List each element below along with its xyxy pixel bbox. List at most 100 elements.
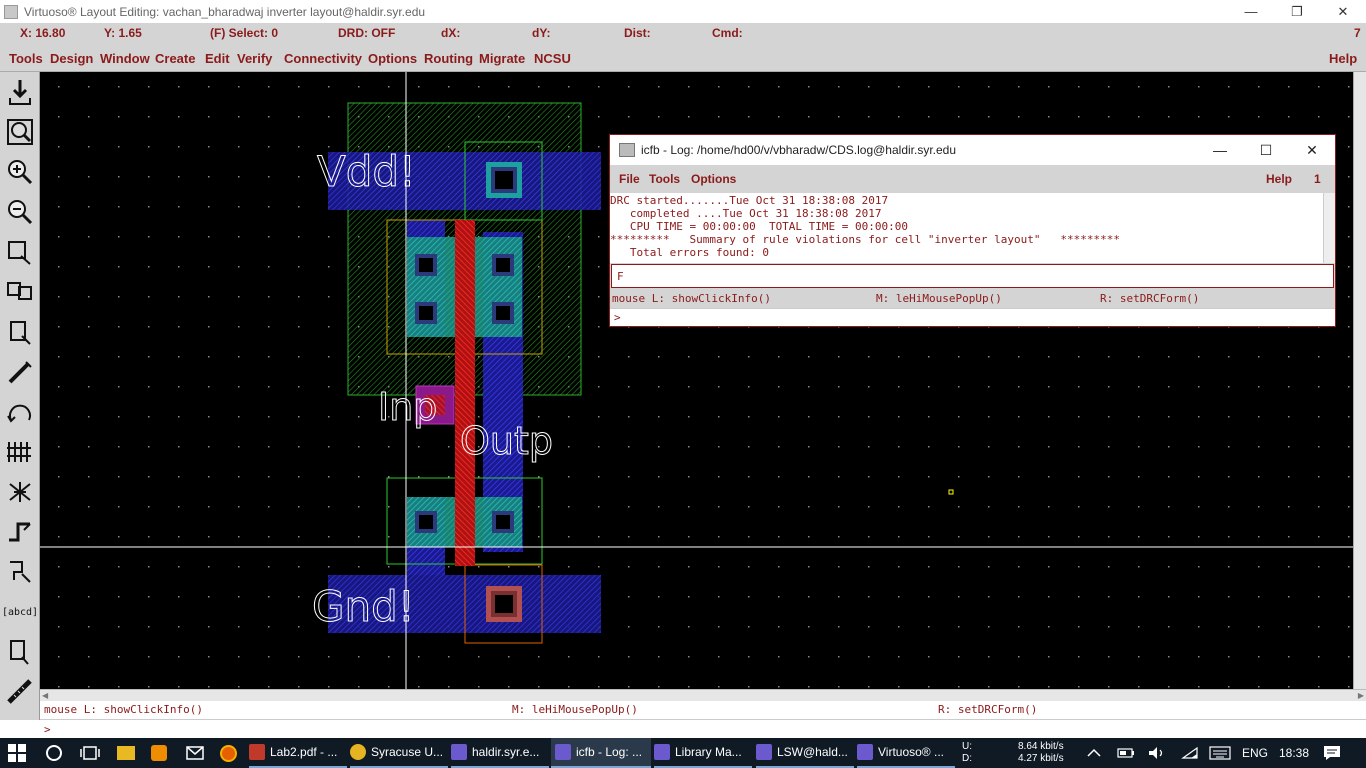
menu-routing[interactable]: Routing (424, 51, 473, 66)
delete-icon[interactable] (4, 355, 36, 389)
log-maximize-button[interactable]: ☐ (1243, 135, 1289, 165)
instance-icon[interactable] (4, 475, 36, 509)
label-vdd[interactable]: Vdd! (317, 147, 417, 197)
log-menu-file[interactable]: File (619, 172, 640, 186)
keyboard-icon[interactable] (1209, 738, 1231, 768)
vertical-scrollbar[interactable] (1353, 72, 1366, 689)
taskbar-item-virtuoso[interactable]: Virtuoso® ... (857, 738, 955, 768)
rectangle-icon[interactable] (4, 635, 36, 669)
net-meter-labels: U: D: (962, 741, 972, 764)
window-number: 7 (1354, 26, 1361, 40)
xwin-icon (654, 744, 670, 760)
action-center-button[interactable] (1323, 738, 1341, 768)
path-icon[interactable] (4, 515, 36, 549)
log-line: DRC started.......Tue Oct 31 18:38:08 20… (610, 194, 889, 207)
menu-migrate[interactable]: Migrate (479, 51, 525, 66)
chrome-icon (350, 744, 366, 760)
zoom-in-icon[interactable] (4, 155, 36, 189)
xwin-icon (857, 744, 873, 760)
poly-gate-pmos-core[interactable] (455, 237, 475, 337)
log-window: icfb - Log: /home/hd00/v/vbharadw/CDS.lo… (609, 134, 1336, 327)
save-icon[interactable] (4, 75, 36, 109)
minimize-button[interactable]: — (1228, 0, 1274, 23)
zoom-out-icon[interactable] (4, 195, 36, 229)
log-menu-options[interactable]: Options (691, 172, 736, 186)
log-output: DRC started.......Tue Oct 31 18:38:08 20… (610, 193, 1323, 263)
scroll-right-icon[interactable]: ▶ (1358, 691, 1364, 700)
firefox-icon (220, 744, 237, 762)
log-mouse-left: mouse L: showClickInfo() (612, 292, 771, 305)
label-icon[interactable]: [abcd] (2, 595, 38, 629)
menu-ncsu[interactable]: NCSU (534, 51, 571, 66)
language-indicator[interactable]: ENG (1242, 738, 1268, 768)
net-down: 4.27 kbit/s (1018, 753, 1064, 764)
taskbar-item-library-manager[interactable]: Library Ma... (654, 738, 752, 768)
log-window-number: 1 (1314, 172, 1321, 186)
taskbar-item-lab2[interactable]: Lab2.pdf - ... (249, 738, 347, 768)
clock[interactable]: 18:38 (1279, 738, 1309, 768)
label-inp[interactable]: Inp (378, 385, 438, 430)
log-scrollbar[interactable] (1323, 193, 1335, 263)
media-player-button[interactable] (151, 738, 171, 768)
menu-design[interactable]: Design (50, 51, 93, 66)
label-outp[interactable]: Outp (460, 419, 554, 464)
xwin-icon (555, 744, 571, 760)
log-line: ********* Summary of rule violations for… (610, 233, 1120, 246)
taskbar-item-haldir[interactable]: haldir.syr.e... (451, 738, 549, 768)
coordinate-bar: X: 16.80 Y: 1.65 (F) Select: 0 DRD: OFF … (0, 23, 1366, 45)
task-view-button[interactable] (80, 738, 100, 768)
start-button[interactable] (8, 738, 30, 768)
firefox-button[interactable] (220, 738, 240, 768)
menu-options[interactable]: Options (368, 51, 417, 66)
scroll-left-icon[interactable]: ◀ (42, 691, 48, 700)
log-input-field[interactable]: F (611, 264, 1334, 288)
app-icon (4, 4, 18, 19)
poly-gate-nmos-core[interactable] (455, 497, 475, 547)
taskbar: Lab2.pdf - ... Syracuse U... haldir.syr.… (0, 738, 1366, 768)
menu-create[interactable]: Create (155, 51, 195, 66)
cortana-icon (46, 745, 62, 761)
close-button[interactable]: ✕ (1320, 0, 1366, 23)
select-count: (F) Select: 0 (210, 26, 279, 40)
y-readout: Y: 1.65 (104, 26, 142, 40)
title-bar: Virtuoso® Layout Editing: vachan_bharadw… (0, 0, 1366, 23)
battery-icon[interactable] (1117, 738, 1135, 768)
copy-icon[interactable] (4, 275, 36, 309)
menu-connectivity[interactable]: Connectivity (284, 51, 362, 66)
menu-tools[interactable]: Tools (9, 51, 43, 66)
search-button[interactable] (45, 738, 65, 768)
fit-view-icon[interactable] (4, 115, 36, 149)
notification-icon (1324, 746, 1340, 760)
log-line: CPU TIME = 00:00:00 TOTAL TIME = 00:00:0… (610, 220, 909, 233)
taskbar-item-icfb-log[interactable]: icfb - Log: ... (551, 738, 651, 768)
polygon-icon[interactable] (4, 555, 36, 589)
taskbar-item-chrome[interactable]: Syracuse U... (350, 738, 448, 768)
undo-icon[interactable] (4, 395, 36, 429)
wifi-icon[interactable] (1181, 738, 1199, 768)
mail-button[interactable] (186, 738, 206, 768)
move-icon[interactable] (4, 315, 36, 349)
label-gnd[interactable]: Gnd! (312, 582, 416, 632)
taskbar-item-lsw[interactable]: LSW@hald... (756, 738, 854, 768)
log-prompt[interactable]: > (610, 308, 1335, 326)
log-mouse-bindings: mouse L: showClickInfo() M: leHiMousePop… (610, 290, 1335, 308)
horizontal-scrollbar[interactable]: ◀ ▶ (40, 689, 1366, 701)
xwin-icon (451, 744, 467, 760)
show-hidden-icons[interactable] (1087, 738, 1101, 768)
log-menu-help[interactable]: Help (1266, 172, 1292, 186)
menu-window[interactable]: Window (100, 51, 150, 66)
log-minimize-button[interactable]: — (1197, 135, 1243, 165)
command-prompt[interactable]: > (40, 719, 1366, 738)
menu-edit[interactable]: Edit (205, 51, 230, 66)
windows-icon (8, 744, 26, 762)
stretch-icon[interactable] (4, 235, 36, 269)
restore-button[interactable]: ❐ (1274, 0, 1320, 23)
volume-icon[interactable] (1148, 738, 1166, 768)
ruler-icon[interactable] (4, 675, 36, 709)
menu-help[interactable]: Help (1329, 51, 1357, 66)
log-close-button[interactable]: ✕ (1289, 135, 1335, 165)
log-menu-tools[interactable]: Tools (649, 172, 680, 186)
file-explorer-button[interactable] (117, 738, 137, 768)
properties-icon[interactable] (4, 435, 36, 469)
menu-verify[interactable]: Verify (237, 51, 272, 66)
